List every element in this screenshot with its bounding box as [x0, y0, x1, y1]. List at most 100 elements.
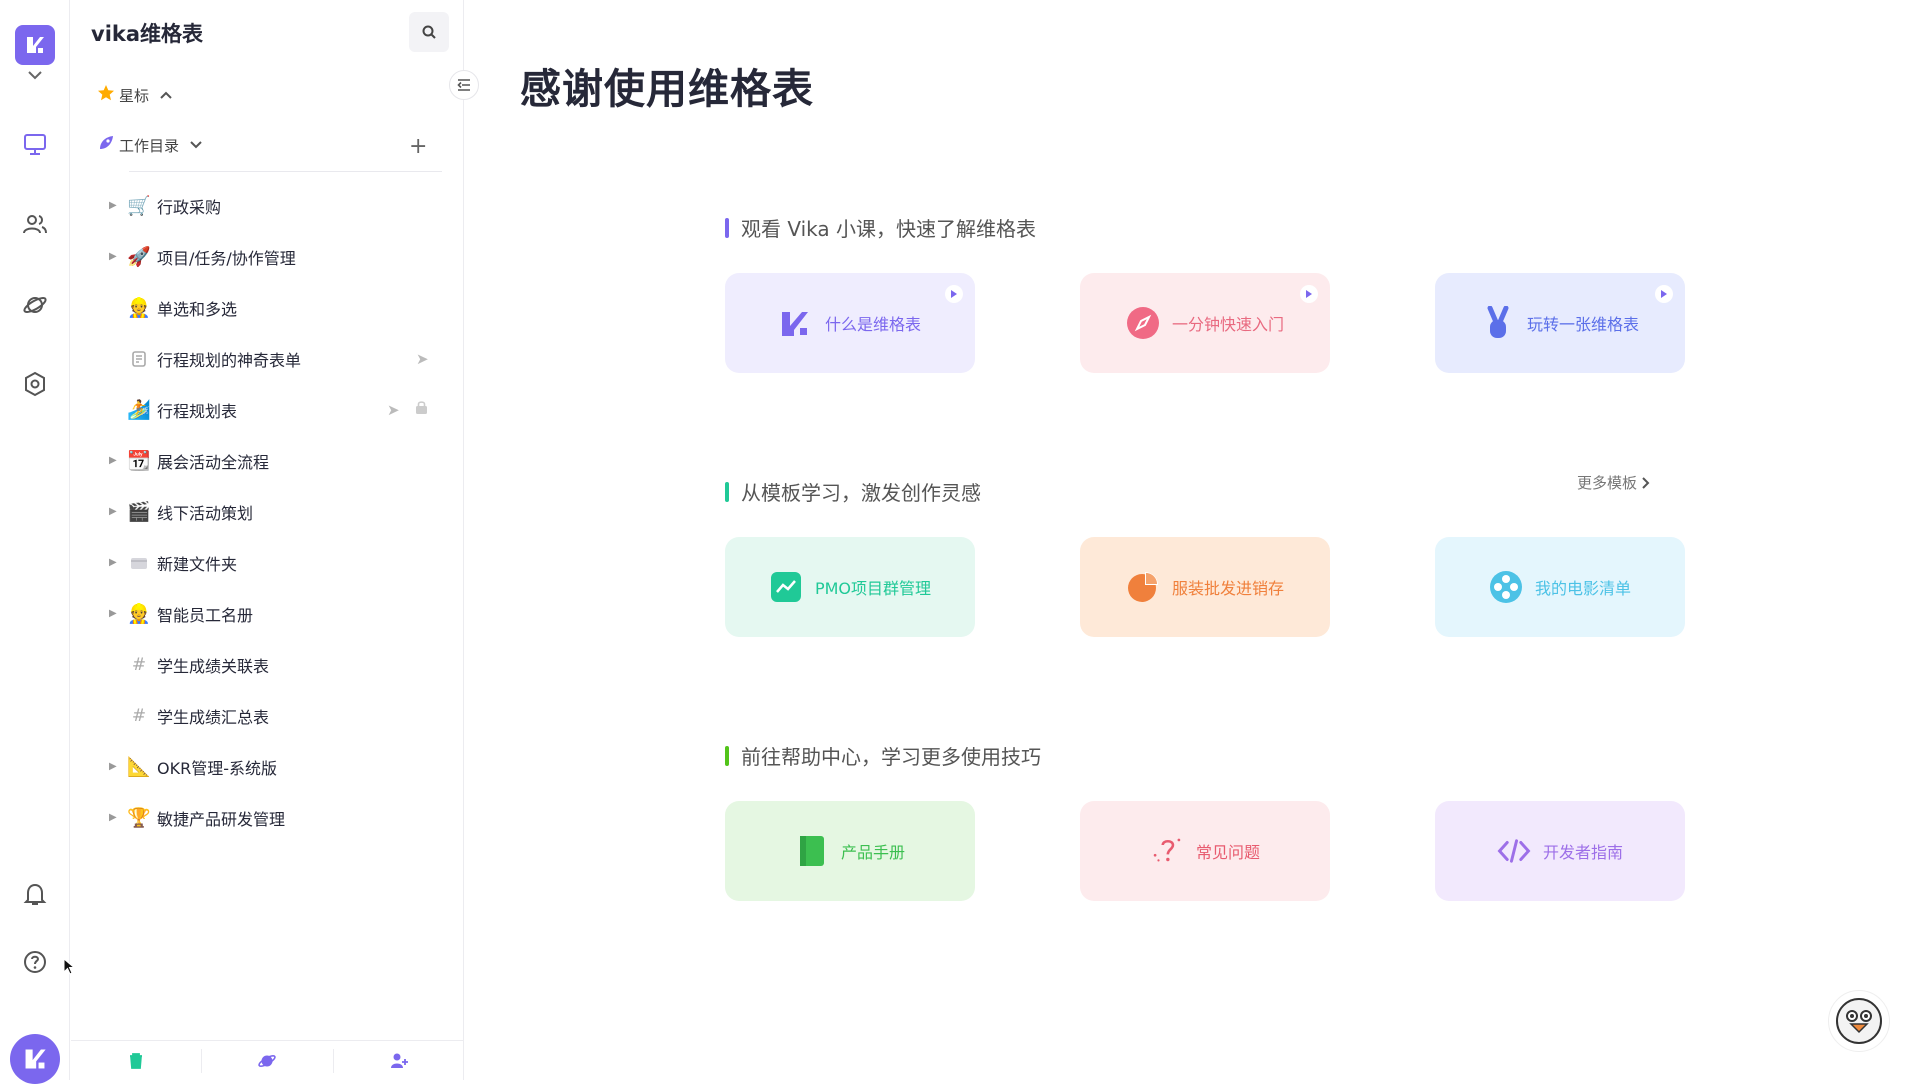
card-label: 开发者指南	[1542, 843, 1623, 862]
help-card-developer[interactable]: 开发者指南	[1435, 801, 1685, 901]
starred-label: 星标	[119, 86, 150, 105]
node-label: 单选和多选	[157, 299, 238, 319]
question-icon	[1150, 834, 1184, 868]
template-card-movies[interactable]: 我的电影清单	[1435, 537, 1685, 637]
worker-icon: 👷	[127, 297, 151, 319]
node-label: 行政采购	[157, 197, 222, 217]
card-label: 一分钟快速入门	[1171, 315, 1284, 334]
card-label: 什么是维格表	[824, 315, 921, 334]
starred-section[interactable]: 星标	[97, 84, 173, 106]
share-icon: ➤	[387, 400, 400, 419]
code-icon	[1497, 834, 1531, 868]
tree-node[interactable]: 👷 单选和多选	[71, 282, 464, 333]
rocket-icon: 🚀	[127, 246, 151, 268]
node-label: 新建文件夹	[157, 554, 238, 574]
tree-node[interactable]: ▶ 新建文件夹	[71, 537, 464, 588]
tree-node[interactable]: ▶ 🚀 项目/任务/协作管理	[71, 231, 464, 282]
nav-rail	[0, 0, 70, 1084]
vika-logo-icon	[779, 306, 813, 340]
video-card-master-sheet[interactable]: 玩转一张维格表	[1435, 273, 1685, 373]
expand-icon[interactable]: ▶	[109, 251, 117, 262]
video-card-quick-start[interactable]: 一分钟快速入门	[1080, 273, 1330, 373]
calendar-icon: 📆	[127, 450, 151, 472]
tree-node[interactable]: # 学生成绩关联表	[71, 639, 464, 690]
section-accent-bar	[725, 217, 729, 238]
expand-icon[interactable]: ▶	[109, 557, 117, 568]
trend-chart-icon	[769, 570, 803, 604]
template-card-pmo[interactable]: PMO项目群管理	[725, 537, 975, 637]
rocket-catalog-icon	[97, 134, 115, 156]
section-accent-bar	[725, 481, 729, 502]
catalog-label: 工作目录	[119, 136, 180, 155]
node-label: 行程规划的神奇表单	[157, 350, 302, 370]
compass-icon	[1126, 306, 1160, 340]
peace-hand-icon	[1481, 306, 1515, 340]
surfer-icon: 🏄	[127, 399, 151, 421]
tree-node[interactable]: ▶ 👷 智能员工名册	[71, 588, 464, 639]
tree-node[interactable]: # 学生成绩汇总表	[71, 690, 464, 741]
tree-node[interactable]: ▶ 📆 展会活动全流程	[71, 435, 464, 486]
avatar[interactable]	[10, 1034, 60, 1084]
template-card-clothing[interactable]: 服装批发进销存	[1080, 537, 1330, 637]
expand-icon[interactable]: ▶	[109, 455, 117, 466]
expand-icon[interactable]: ▶	[109, 506, 117, 517]
expand-icon[interactable]: ▶	[109, 812, 117, 823]
template-planet-icon[interactable]	[201, 1048, 332, 1073]
invite-member-icon[interactable]	[332, 1048, 464, 1073]
settings-icon[interactable]	[19, 368, 51, 400]
play-icon	[1655, 285, 1673, 303]
book-icon	[795, 834, 829, 868]
share-icon: ➤	[416, 349, 429, 368]
help-icon[interactable]	[19, 946, 51, 978]
section-title-text: 前往帮助中心，学习更多使用技巧	[741, 745, 1041, 769]
section-title-text: 从模板学习，激发创作灵感	[741, 481, 981, 505]
ruler-icon: 📐	[127, 756, 151, 778]
template-planet-icon[interactable]	[19, 288, 51, 320]
card-label: 玩转一张维格表	[1526, 315, 1639, 334]
tree-node[interactable]: ▶ 🏆 敏捷产品研发管理	[71, 792, 464, 843]
search-button[interactable]	[409, 12, 449, 52]
tree-node[interactable]: ▶ 🎬 线下活动策划	[71, 486, 464, 537]
chevron-down-icon[interactable]	[25, 67, 45, 86]
expand-icon[interactable]: ▶	[109, 761, 117, 772]
grid-icon: #	[131, 705, 147, 726]
section-title: 从模板学习，激发创作灵感	[725, 477, 981, 506]
bell-icon[interactable]	[19, 878, 51, 910]
trash-icon[interactable]	[71, 1049, 201, 1073]
tree-node[interactable]: ▶ 🛒 行政采购	[71, 180, 464, 231]
search-icon	[422, 25, 436, 39]
card-label: PMO项目群管理	[814, 579, 932, 598]
section-title-text: 观看 Vika 小课，快速了解维格表	[741, 217, 1036, 241]
vika-logo-icon[interactable]	[15, 25, 55, 65]
chevron-up-icon	[159, 86, 173, 104]
node-label: 敏捷产品研发管理	[157, 809, 286, 829]
members-icon[interactable]	[19, 208, 51, 240]
tree-node[interactable]: 🏄 行程规划表 ➤	[71, 384, 464, 435]
film-icon: 🎬	[127, 501, 151, 523]
workbench-icon[interactable]	[19, 128, 51, 160]
catalog-section[interactable]: 工作目录	[97, 134, 203, 156]
expand-icon[interactable]: ▶	[109, 200, 117, 211]
section-accent-bar	[725, 745, 729, 766]
tree-node[interactable]: ▶ 📐 OKR管理-系统版	[71, 741, 464, 792]
card-label: 我的电影清单	[1534, 579, 1631, 598]
add-node-button[interactable]: +	[409, 134, 427, 159]
video-card-what-is-vika[interactable]: 什么是维格表	[725, 273, 975, 373]
mouse-cursor-icon	[63, 957, 76, 980]
help-card-manual[interactable]: 产品手册	[725, 801, 975, 901]
expand-icon[interactable]: ▶	[109, 608, 117, 619]
tree-node[interactable]: 行程规划的神奇表单 ➤	[71, 333, 464, 384]
section-title: 前往帮助中心，学习更多使用技巧	[725, 741, 1041, 770]
space-name[interactable]: vika维格表	[91, 18, 203, 48]
film-reel-icon	[1489, 570, 1523, 604]
form-icon	[127, 347, 151, 371]
assistant-mascot-icon[interactable]	[1828, 990, 1890, 1052]
node-label: 行程规划表	[157, 401, 238, 421]
help-card-faq[interactable]: 常见问题	[1080, 801, 1330, 901]
more-templates-link[interactable]: 更多模板	[1577, 472, 1651, 493]
node-label: 线下活动策划	[157, 503, 254, 523]
pie-chart-icon	[1126, 570, 1160, 604]
sidebar-footer	[71, 1040, 464, 1080]
more-templates-label: 更多模板	[1577, 474, 1638, 492]
grid-icon: #	[131, 654, 147, 675]
